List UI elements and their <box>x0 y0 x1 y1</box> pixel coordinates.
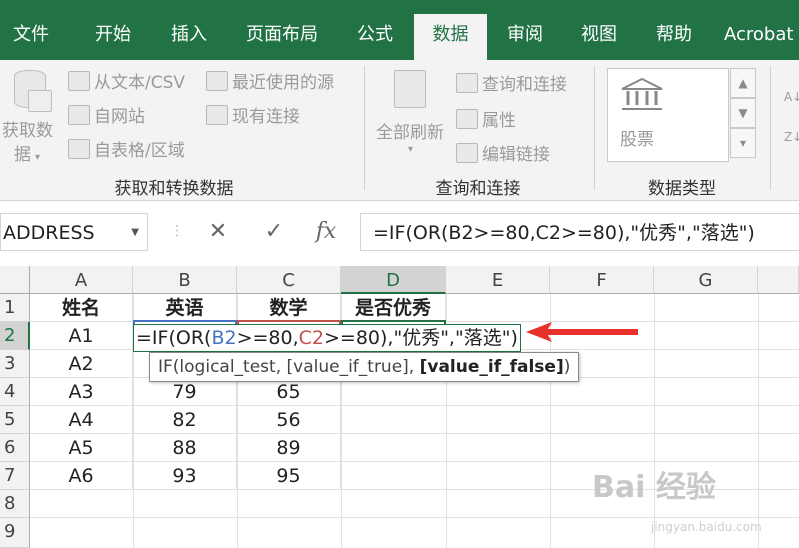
column-header-f[interactable]: F <box>550 266 654 294</box>
group-label-data-types: 数据类型 <box>648 179 716 199</box>
ribbon-tab-bar: 文件 开始 插入 页面布局 公式 数据 审阅 视图 帮助 Acrobat <box>0 0 799 60</box>
row-header-4[interactable]: 4 <box>0 378 30 406</box>
get-data-button[interactable]: 获取数 据 ▾ <box>0 66 60 166</box>
column-header-e[interactable]: E <box>446 266 550 294</box>
tab-page-layout[interactable]: 页面布局 <box>234 14 330 60</box>
cell-a2[interactable]: A1 <box>30 322 133 350</box>
text-file-icon <box>68 71 90 91</box>
group-label-queries: 查询和连接 <box>435 179 521 199</box>
chevron-down-icon[interactable]: ▼ <box>131 214 139 252</box>
formula-input[interactable]: =IF(OR(B2>=80,C2>=80),"优秀","落选") <box>360 213 799 251</box>
tab-insert[interactable]: 插入 <box>156 14 222 60</box>
edit-links-button[interactable]: 编辑链接 <box>456 140 550 165</box>
reference-c2: C2 <box>298 327 324 349</box>
row-header-5[interactable]: 5 <box>0 406 30 434</box>
tab-view[interactable]: 视图 <box>568 14 630 60</box>
refresh-icon <box>394 70 426 108</box>
connections-icon <box>206 105 228 125</box>
chevron-down-icon: ▾ <box>408 144 414 155</box>
enter-icon[interactable]: ✓ <box>252 217 296 247</box>
column-header-b[interactable]: B <box>133 266 237 294</box>
name-box[interactable]: ADDRESS ▼ <box>0 213 148 251</box>
gallery-scroll-down-icon[interactable]: ▼ <box>730 98 756 128</box>
bank-building-icon <box>621 77 663 110</box>
from-web-button[interactable]: 自网站 <box>68 102 145 127</box>
cell-a1[interactable]: 姓名 <box>30 294 133 322</box>
tab-help[interactable]: 帮助 <box>643 14 705 60</box>
refresh-all-button[interactable]: 全部刷新 ▾ <box>372 66 452 166</box>
cell-c6[interactable]: 89 <box>237 434 341 462</box>
ribbon-data: 获取数 据 ▾ 从文本/CSV 自网站 自表格/区域 最近使用的源 现有连接 获取… <box>0 60 799 201</box>
cell-a3[interactable]: A2 <box>30 350 133 378</box>
from-text-csv-button[interactable]: 从文本/CSV <box>68 68 185 93</box>
cell-a7[interactable]: A6 <box>30 462 133 490</box>
table-icon <box>28 90 52 112</box>
cell-a5[interactable]: A4 <box>30 406 133 434</box>
row-header-8[interactable]: 8 <box>0 490 30 518</box>
cell-c7[interactable]: 95 <box>237 462 341 490</box>
cell-editor[interactable]: =IF(OR(B2>=80,C2>=80),"优秀","落选") <box>133 324 521 352</box>
column-header-c[interactable]: C <box>237 266 341 294</box>
tab-home[interactable]: 开始 <box>80 14 146 60</box>
gallery-scroll-up-icon[interactable]: ▲ <box>730 68 756 98</box>
data-types-gallery[interactable]: 股票 <box>607 68 729 162</box>
function-signature-tooltip[interactable]: IF(logical_test, [value_if_true], [value… <box>149 352 580 382</box>
chevron-down-icon: ▾ <box>35 152 41 163</box>
cell-b4[interactable]: 79 <box>133 378 237 406</box>
tab-formulas[interactable]: 公式 <box>344 14 406 60</box>
column-header-g[interactable]: G <box>654 266 758 294</box>
table-grid-icon <box>68 139 90 159</box>
recent-sources-icon <box>206 71 228 91</box>
row-header-9[interactable]: 9 <box>0 518 30 548</box>
row-header-3[interactable]: 3 <box>0 350 30 378</box>
queries-connections-button[interactable]: 查询和连接 <box>456 70 567 95</box>
ribbon-separator <box>364 66 365 190</box>
row-header-2[interactable]: 2 <box>0 322 30 350</box>
cell-b5[interactable]: 82 <box>133 406 237 434</box>
cell-a6[interactable]: A5 <box>30 434 133 462</box>
tab-review[interactable]: 审阅 <box>494 14 556 60</box>
formula-bar: ADDRESS ▼ ⋮ ✕ ✓ fx =IF(OR(B2>=80,C2>=80)… <box>0 209 799 255</box>
row-header-1[interactable]: 1 <box>0 294 30 322</box>
cell-b6[interactable]: 88 <box>133 434 237 462</box>
insert-function-icon[interactable]: fx <box>304 217 348 247</box>
ribbon-separator <box>594 66 595 190</box>
cell-a4[interactable]: A3 <box>30 378 133 406</box>
cell-b7[interactable]: 93 <box>133 462 237 490</box>
ribbon-separator <box>770 66 771 190</box>
properties-icon <box>456 109 478 129</box>
formula-bar-grip: ⋮ <box>170 223 184 239</box>
web-icon <box>68 105 90 125</box>
cell-b1[interactable]: 英语 <box>133 294 237 322</box>
cell-c4[interactable]: 65 <box>237 378 341 406</box>
reference-b2: B2 <box>211 327 237 349</box>
row-header-7[interactable]: 7 <box>0 462 30 490</box>
recent-sources-button[interactable]: 最近使用的源 <box>206 68 334 93</box>
sort-az-icon[interactable]: A↓ <box>784 90 799 104</box>
gallery-more-icon[interactable]: ▾ <box>730 128 756 158</box>
cell-c1[interactable]: 数学 <box>237 294 341 322</box>
stocks-button[interactable]: 股票 <box>614 75 674 153</box>
select-all-corner[interactable] <box>0 266 30 294</box>
from-table-button[interactable]: 自表格/区域 <box>68 136 185 161</box>
sort-za-icon[interactable]: Z↓ <box>784 130 799 144</box>
tab-data[interactable]: 数据 <box>414 14 487 60</box>
baidu-watermark: Bai 经验 <box>592 470 716 505</box>
links-icon <box>456 143 478 163</box>
queries-icon <box>456 73 478 93</box>
column-header-a[interactable]: A <box>30 266 133 294</box>
existing-connections-button[interactable]: 现有连接 <box>206 102 300 127</box>
red-arrow-icon <box>526 322 638 342</box>
cancel-icon[interactable]: ✕ <box>196 217 240 247</box>
cell-c5[interactable]: 56 <box>237 406 341 434</box>
column-header-d[interactable]: D <box>341 266 446 294</box>
group-label-get-transform: 获取和转换数据 <box>114 179 234 199</box>
baidu-watermark-url: jingyan.baidu.com <box>651 520 762 534</box>
tab-acrobat[interactable]: Acrobat <box>724 14 799 60</box>
cell-d1[interactable]: 是否优秀 <box>341 294 446 322</box>
properties-button[interactable]: 属性 <box>456 106 516 131</box>
column-header-h[interactable] <box>758 266 799 294</box>
tab-file[interactable]: 文件 <box>0 14 62 60</box>
row-header-6[interactable]: 6 <box>0 434 30 462</box>
